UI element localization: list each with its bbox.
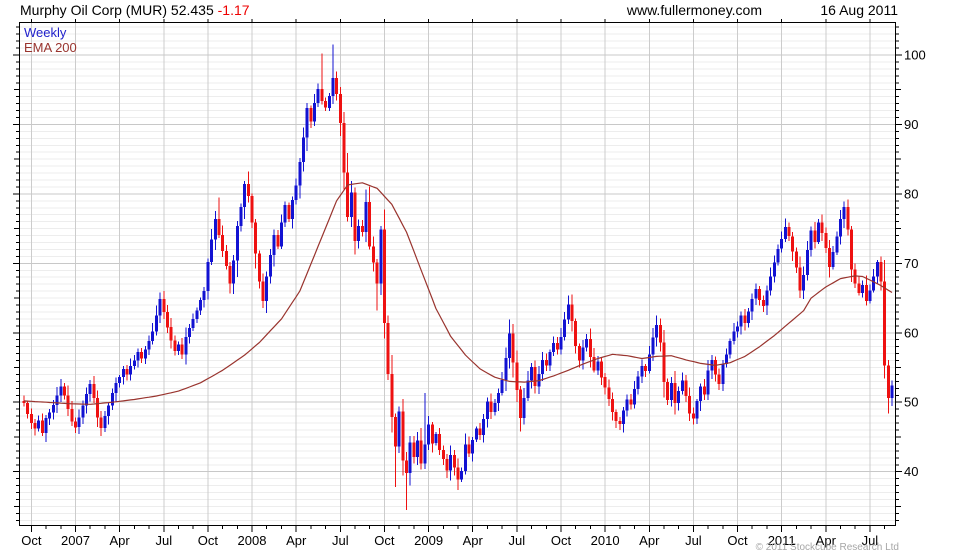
x-axis-label: Oct — [727, 533, 748, 548]
y-axis-label: 90 — [904, 117, 918, 132]
y-axis-label: 70 — [904, 256, 918, 271]
y-axis-label: 50 — [904, 395, 918, 410]
copyright-note: © 2011 Stockcube Research Ltd — [755, 542, 899, 553]
x-axis-label: Apr — [109, 533, 130, 548]
ema-line — [23, 182, 893, 405]
y-axis-label: 80 — [904, 186, 918, 201]
legend-ema-label: EMA 200 — [24, 40, 77, 55]
x-axis-label: 2007 — [61, 533, 90, 548]
x-axis-label: Oct — [551, 533, 572, 548]
x-axis-label: 2009 — [414, 533, 443, 548]
x-axis-label: Apr — [286, 533, 307, 548]
x-axis-label: Jul — [332, 533, 349, 548]
y-axis-label: 60 — [904, 325, 918, 340]
price-chart: 40 50 60 70 80 90 100 Oct 2007 Apr Jul Oct 2008 Apr Ju… — [13, 19, 926, 548]
legend-weekly-label: Weekly — [24, 25, 67, 40]
x-axis-label: Oct — [21, 533, 42, 548]
grid-minor — [19, 26, 896, 521]
x-axis-label: Oct — [374, 533, 395, 548]
x-axis-label: 2010 — [591, 533, 620, 548]
x-axis-label: Jul — [508, 533, 525, 548]
x-axis-label: Oct — [198, 533, 219, 548]
chart-page: Murphy Oil Corp (MUR) 52.435 -1.17 www.f… — [0, 0, 980, 560]
plot-border — [19, 22, 896, 526]
y-axis-label: 40 — [904, 464, 918, 479]
x-axis: Oct 2007 Apr Jul Oct 2008 Apr Jul Oct 2009 Apr Jul O… — [21, 19, 886, 548]
x-axis-label: Jul — [685, 533, 702, 548]
y-axis-label: 100 — [904, 48, 926, 63]
x-axis-label: Apr — [463, 533, 484, 548]
x-axis-label: 2008 — [238, 533, 267, 548]
x-axis-label: Jul — [155, 533, 172, 548]
x-axis-label: Apr — [639, 533, 660, 548]
